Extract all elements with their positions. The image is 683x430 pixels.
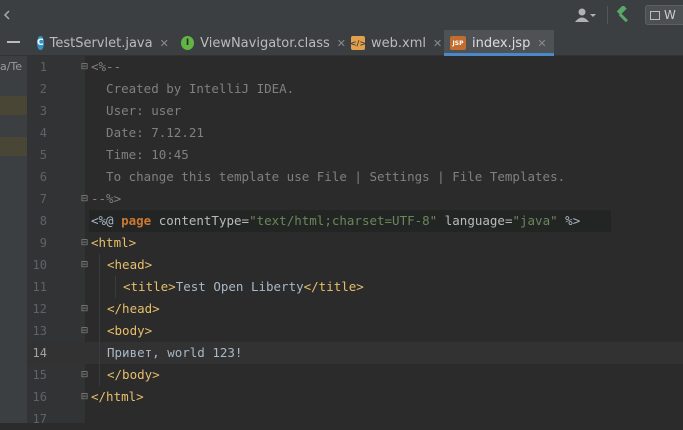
tab-label: web.xml: [371, 35, 426, 51]
interface-i-icon: I: [181, 36, 195, 50]
line-number-current: 14: [32, 346, 47, 360]
line-number: 1: [39, 60, 47, 74]
code-line-11: <title>Test Open Liberty</title>: [123, 276, 364, 298]
code-line-7: --%>: [91, 191, 122, 206]
line-number: 17: [32, 412, 47, 426]
value-content-type: "text/html;charset=UTF-8": [249, 213, 438, 228]
code-line-14: Привет, world 123!: [107, 345, 243, 360]
line-number: 10: [32, 258, 47, 272]
tab-label: ViewNavigator.class: [200, 35, 330, 51]
close-icon[interactable]: ✕: [433, 37, 442, 50]
fold-collapse-icon[interactable]: ⊟: [80, 261, 89, 270]
fold-collapse-icon[interactable]: ⊟: [80, 239, 89, 248]
fold-collapse-icon[interactable]: ⊟: [80, 63, 89, 72]
build-hammer-icon[interactable]: [615, 6, 633, 24]
indent-guide: [99, 254, 100, 386]
title-text: Test Open Liberty: [175, 279, 304, 294]
code-line-4: Date: 7.12.21: [91, 125, 204, 140]
code-line-15: </body>: [107, 367, 160, 382]
fold-end-icon[interactable]: ⊟: [80, 371, 89, 380]
code-line-9: <html>: [91, 235, 137, 250]
close-icon[interactable]: ✕: [160, 37, 169, 50]
line-number: 3: [39, 104, 47, 118]
directive-keyword: page: [121, 213, 152, 228]
code-line-13: <body>: [107, 323, 153, 338]
tab-label: TestServlet.java: [49, 35, 153, 51]
attr-language: language=: [437, 213, 513, 228]
code-line-3: User: user: [91, 103, 182, 118]
project-path-fragment: a/Te: [0, 60, 23, 73]
user-account-icon[interactable]: [574, 7, 596, 23]
line-number: 11: [32, 280, 47, 294]
line-number: 5: [39, 148, 47, 162]
project-panel: a/Te: [0, 56, 27, 423]
attr-content-type: contentType=: [151, 213, 250, 228]
line-number: 2: [39, 82, 47, 96]
code-line-12: </head>: [107, 301, 160, 316]
tab-testservlet-java[interactable]: C TestServlet.java ✕: [31, 30, 169, 56]
title-open-tag: <title>: [123, 279, 176, 294]
top-toolbar: W: [0, 0, 683, 30]
line-number: 8: [39, 214, 47, 228]
title-close-tag: </title>: [303, 279, 364, 294]
class-c-icon: C: [37, 36, 44, 50]
code-line-16: </html>: [91, 389, 144, 404]
toolbar-separator: [607, 6, 608, 24]
code-line-10: <head>: [107, 257, 153, 272]
highlighted-file-row[interactable]: [0, 96, 27, 115]
close-icon[interactable]: ✕: [537, 37, 546, 50]
line-number: 12: [32, 302, 47, 316]
highlighted-file-row[interactable]: [0, 137, 27, 156]
indent-guide: [115, 276, 116, 298]
line-number: 9: [39, 236, 47, 250]
line-number: 6: [39, 170, 47, 184]
value-language: "java": [512, 213, 558, 228]
line-number: 15: [32, 368, 47, 382]
line-number: 16: [32, 390, 47, 404]
xml-file-icon: </>: [350, 36, 366, 50]
run-config-label: W: [664, 8, 676, 22]
run-config-button[interactable]: W: [645, 5, 683, 25]
back-arrow-icon[interactable]: [2, 10, 12, 20]
directive-open: <%@: [91, 213, 122, 228]
jsp-file-icon: JSP: [450, 36, 466, 50]
code-line-6: To change this template use File | Setti…: [91, 169, 566, 184]
fold-end-icon[interactable]: ⊟: [80, 195, 89, 204]
fold-end-icon[interactable]: ⊟: [80, 305, 89, 314]
tab-menu-indicator[interactable]: [7, 41, 20, 43]
code-line-2: Created by IntelliJ IDEA.: [91, 81, 295, 96]
tab-label: index.jsp: [472, 35, 531, 51]
tab-viewnavigator-class[interactable]: I ViewNavigator.class ✕: [175, 30, 346, 56]
line-number: 13: [32, 324, 47, 338]
code-line-1: <%--: [91, 59, 122, 74]
code-line-5: Time: 10:45: [91, 147, 189, 162]
fold-end-icon[interactable]: ⊟: [80, 393, 89, 402]
code-line-8: <%@ page contentType="text/html;charset=…: [91, 210, 580, 232]
window-icon: [650, 10, 660, 20]
tab-index-jsp[interactable]: JSP index.jsp ✕: [444, 30, 554, 56]
line-number: 7: [39, 192, 47, 206]
directive-close: %>: [557, 213, 581, 228]
fold-collapse-icon[interactable]: ⊟: [80, 327, 89, 336]
close-icon[interactable]: ✕: [337, 37, 346, 50]
tab-web-xml[interactable]: </> web.xml ✕: [346, 30, 446, 56]
line-number: 4: [39, 126, 47, 140]
